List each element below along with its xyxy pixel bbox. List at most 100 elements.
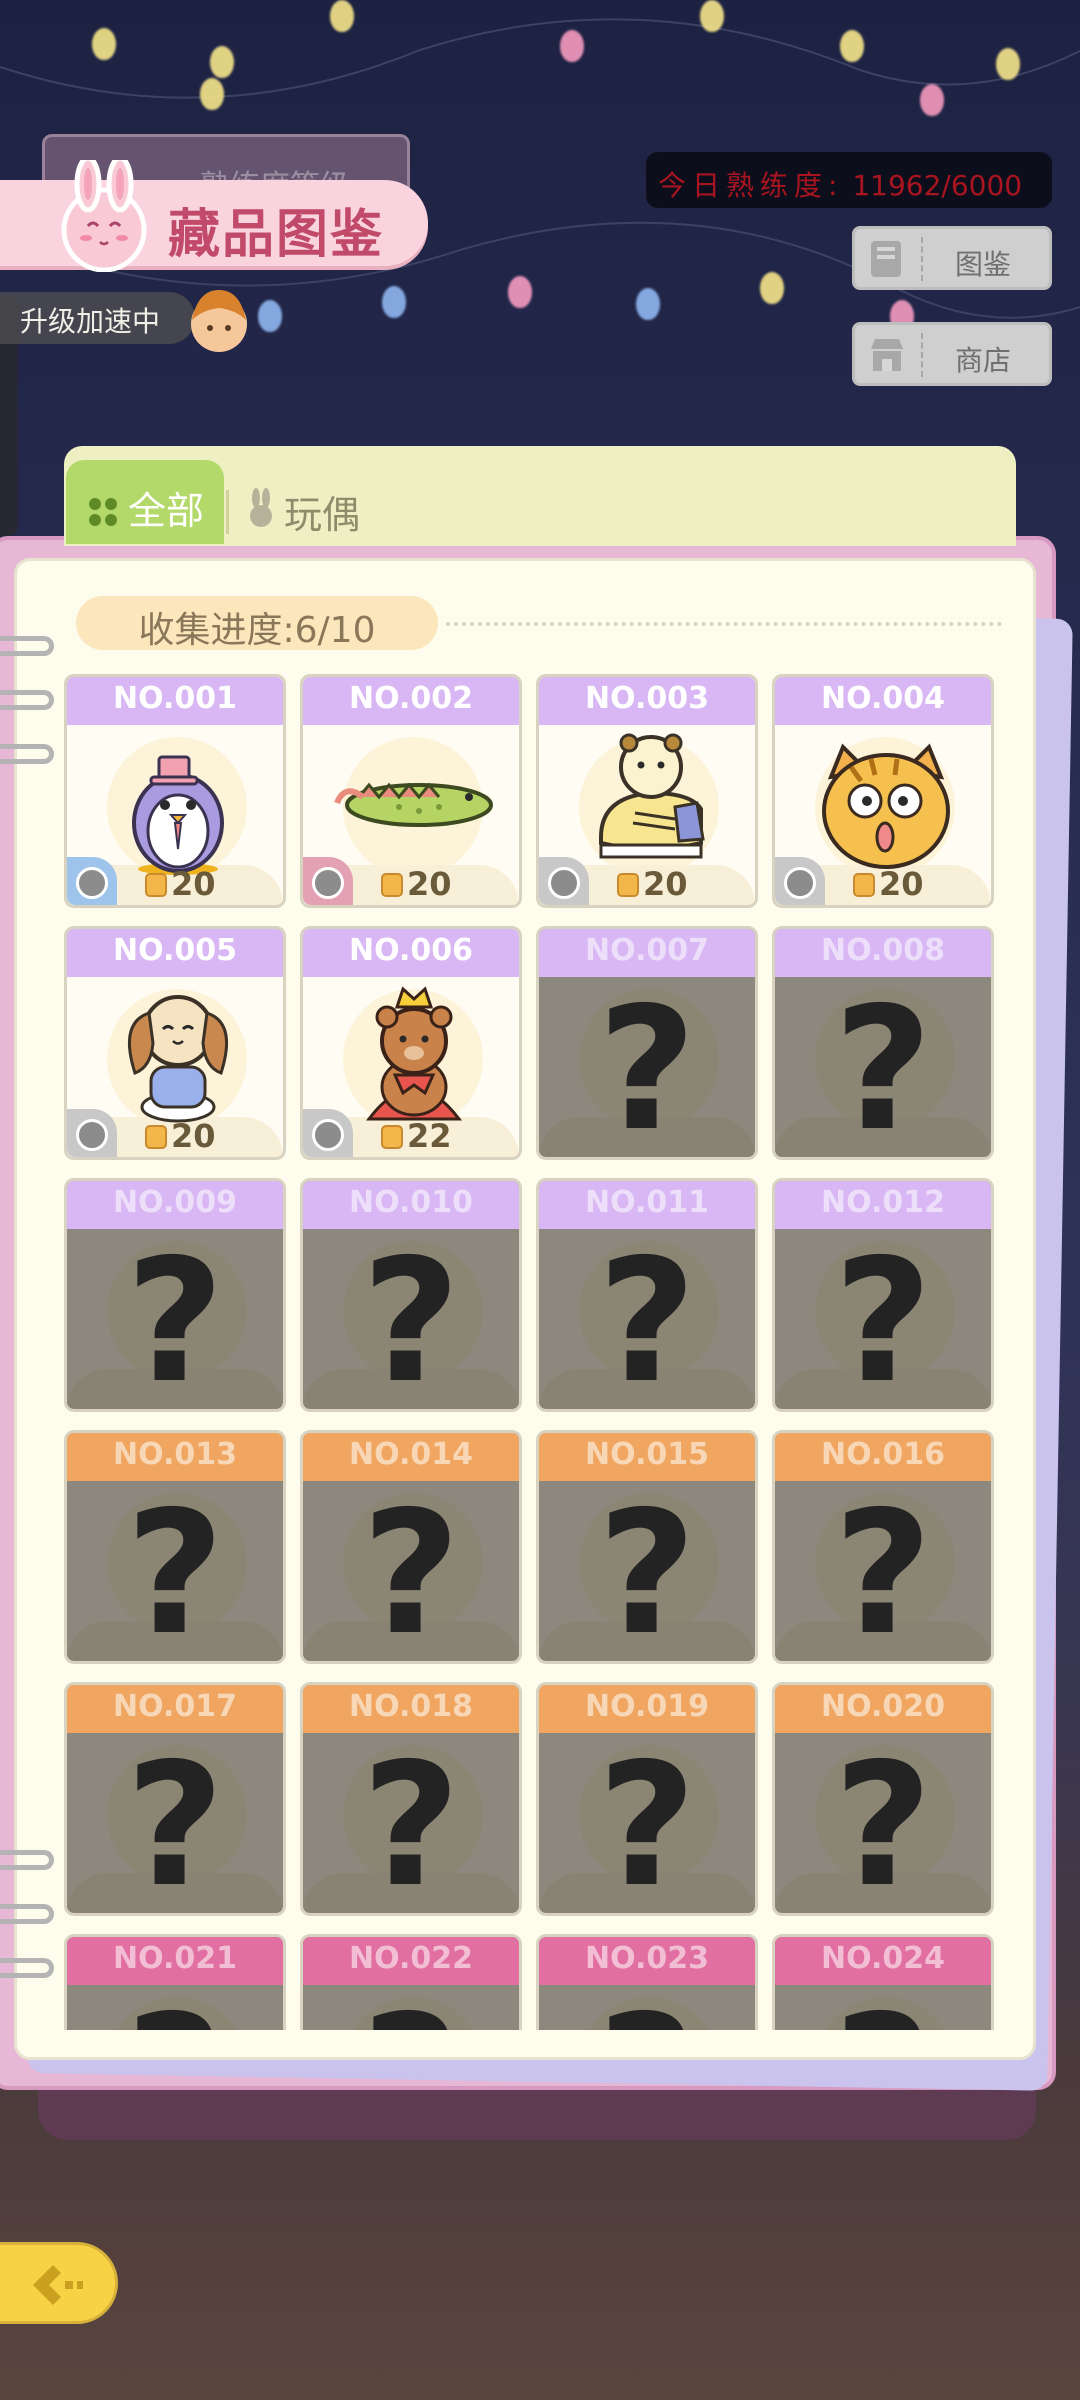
collection-card[interactable]: 20 NO.002 bbox=[300, 674, 522, 908]
question-mark-icon: ? bbox=[597, 1223, 697, 1412]
crocodile-icon bbox=[329, 727, 499, 877]
proficiency-label: 今日熟练度: bbox=[658, 169, 844, 202]
question-mark-icon: ? bbox=[597, 1475, 697, 1664]
back-arrow-icon bbox=[27, 2261, 87, 2309]
locked-collection-card[interactable]: ?NO.022 bbox=[300, 1934, 522, 2030]
card-number: NO.017 bbox=[67, 1685, 283, 1739]
locked-collection-card[interactable]: ? NO.014 bbox=[300, 1430, 522, 1664]
avatar[interactable] bbox=[180, 282, 258, 360]
bear-king-icon bbox=[329, 979, 499, 1129]
coin-icon bbox=[76, 867, 108, 899]
collection-card[interactable]: 22 NO.006 bbox=[300, 926, 522, 1160]
penguin-icon bbox=[93, 727, 263, 877]
ticket-icon bbox=[381, 873, 403, 897]
ticket-icon bbox=[853, 873, 875, 897]
bunny-icon bbox=[246, 488, 276, 528]
question-mark-icon: ? bbox=[833, 1475, 933, 1664]
card-number: NO.023 bbox=[539, 1937, 755, 1991]
collection-card[interactable]: 20 NO.001 bbox=[64, 674, 286, 908]
divider bbox=[446, 622, 1002, 626]
tab-all-label: 全部 bbox=[128, 489, 205, 533]
rarity-tag bbox=[67, 1109, 117, 1157]
proficiency-value: 11962/6000 bbox=[852, 169, 1023, 202]
card-price: 20 bbox=[381, 865, 452, 903]
locked-collection-card[interactable]: ? NO.012 bbox=[772, 1178, 994, 1412]
coin-icon bbox=[312, 867, 344, 899]
rarity-tag bbox=[539, 857, 589, 905]
question-mark-icon: ? bbox=[597, 971, 697, 1160]
cat-icon bbox=[801, 727, 971, 877]
locked-collection-card[interactable]: ? NO.018 bbox=[300, 1682, 522, 1916]
coin-icon bbox=[312, 1119, 344, 1151]
card-price: 20 bbox=[145, 1117, 216, 1155]
card-number: NO.019 bbox=[539, 1685, 755, 1739]
card-number: NO.006 bbox=[303, 929, 519, 983]
locked-collection-card[interactable]: ? NO.013 bbox=[64, 1430, 286, 1664]
card-number: NO.021 bbox=[67, 1937, 283, 1991]
shop-button[interactable]: 商店 bbox=[852, 322, 1052, 386]
back-button[interactable] bbox=[0, 2242, 118, 2324]
locked-collection-card[interactable]: ? NO.015 bbox=[536, 1430, 758, 1664]
rarity-tag bbox=[303, 857, 353, 905]
question-mark-icon: ? bbox=[833, 1727, 933, 1916]
coin-icon bbox=[784, 867, 816, 899]
locked-collection-card[interactable]: ? NO.020 bbox=[772, 1682, 994, 1916]
card-number: NO.008 bbox=[775, 929, 991, 983]
card-price: 22 bbox=[381, 1117, 452, 1155]
collection-grid: 20 NO.001 20 NO.002 20 NO.003 20 NO.004 20 NO.005… bbox=[64, 674, 1024, 2030]
ticket-icon bbox=[381, 1125, 403, 1149]
tab-all[interactable]: 全部 bbox=[66, 460, 224, 544]
locked-collection-card[interactable]: ? NO.019 bbox=[536, 1682, 758, 1916]
locked-collection-card[interactable]: ? NO.010 bbox=[300, 1178, 522, 1412]
locked-collection-card[interactable]: ?NO.024 bbox=[772, 1934, 994, 2030]
card-number: NO.015 bbox=[539, 1433, 755, 1487]
card-number: NO.001 bbox=[67, 677, 283, 731]
card-price-value: 20 bbox=[171, 865, 216, 903]
locked-collection-card[interactable]: ? NO.016 bbox=[772, 1430, 994, 1664]
coin-icon bbox=[76, 1119, 108, 1151]
locked-collection-card[interactable]: ? NO.017 bbox=[64, 1682, 286, 1916]
boost-status: 升级加速中 bbox=[0, 292, 195, 344]
collection-card[interactable]: 20 NO.003 bbox=[536, 674, 758, 908]
locked-collection-card[interactable]: ? NO.007 bbox=[536, 926, 758, 1160]
shop-icon bbox=[867, 333, 907, 377]
question-mark-icon: ? bbox=[361, 1223, 461, 1412]
card-price: 20 bbox=[853, 865, 924, 903]
catalog-button[interactable]: 图鉴 bbox=[852, 226, 1052, 290]
card-number: NO.011 bbox=[539, 1181, 755, 1235]
locked-collection-card[interactable]: ? NO.008 bbox=[772, 926, 994, 1160]
card-number: NO.002 bbox=[303, 677, 519, 731]
question-mark-icon: ? bbox=[361, 1727, 461, 1916]
locked-collection-card[interactable]: ?NO.023 bbox=[536, 1934, 758, 2030]
ticket-icon bbox=[617, 873, 639, 897]
question-mark-icon: ? bbox=[597, 1727, 697, 1916]
catalog-button-label: 图鉴 bbox=[955, 248, 1012, 281]
card-number: NO.013 bbox=[67, 1433, 283, 1487]
card-price-value: 20 bbox=[407, 865, 452, 903]
ticket-icon bbox=[145, 873, 167, 897]
locked-collection-card[interactable]: ? NO.011 bbox=[536, 1178, 758, 1412]
card-price-value: 20 bbox=[171, 1117, 216, 1155]
card-price-value: 22 bbox=[407, 1117, 452, 1155]
card-price: 20 bbox=[617, 865, 688, 903]
collection-card[interactable]: 20 NO.004 bbox=[772, 674, 994, 908]
locked-collection-card[interactable]: ?NO.021 bbox=[64, 1934, 286, 2030]
tab-dolls[interactable]: 玩偶 bbox=[240, 480, 370, 537]
rarity-tag bbox=[67, 857, 117, 905]
card-number: NO.020 bbox=[775, 1685, 991, 1739]
question-mark-icon: ? bbox=[833, 1223, 933, 1412]
card-price-value: 20 bbox=[879, 865, 924, 903]
shop-button-label: 商店 bbox=[955, 344, 1012, 377]
page-title: 藏品图鉴 bbox=[168, 205, 385, 265]
card-number: NO.009 bbox=[67, 1181, 283, 1235]
collection-card[interactable]: 20 NO.005 bbox=[64, 926, 286, 1160]
card-number: NO.010 bbox=[303, 1181, 519, 1235]
card-number: NO.005 bbox=[67, 929, 283, 983]
rarity-tag bbox=[303, 1109, 353, 1157]
tab-dolls-label: 玩偶 bbox=[284, 493, 361, 537]
card-number: NO.007 bbox=[539, 929, 755, 983]
locked-collection-card[interactable]: ? NO.009 bbox=[64, 1178, 286, 1412]
puppy-icon bbox=[93, 979, 263, 1129]
rarity-tag bbox=[775, 857, 825, 905]
card-number: NO.016 bbox=[775, 1433, 991, 1487]
